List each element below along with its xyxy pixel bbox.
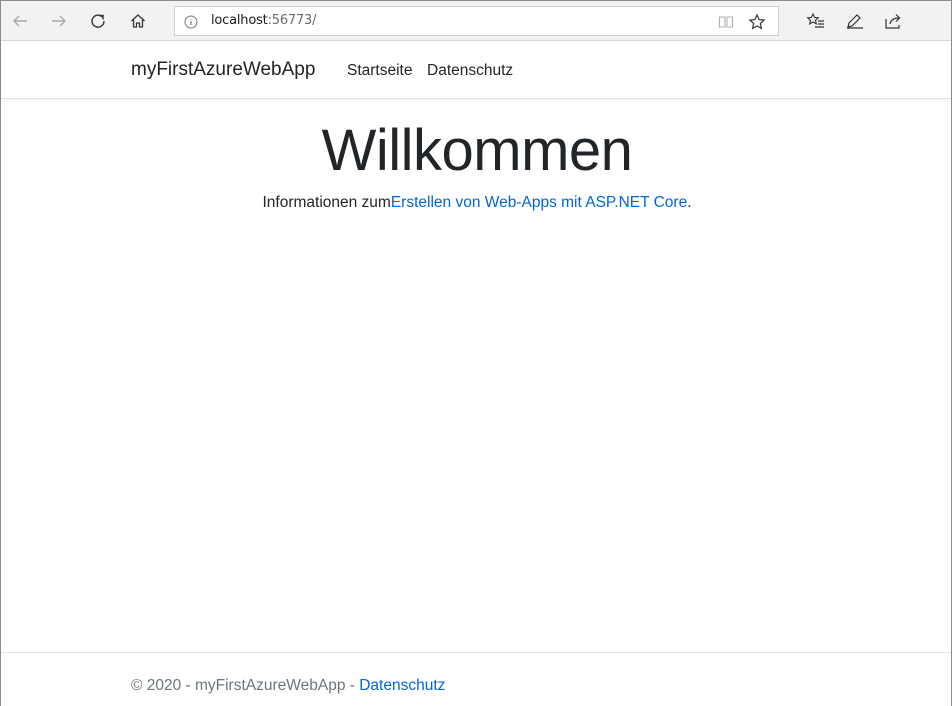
footer-copyright: © 2020 - myFirstAzureWebApp - xyxy=(131,677,360,694)
url-text[interactable]: localhost:56773/ xyxy=(211,13,316,28)
annotate-button[interactable] xyxy=(838,5,872,37)
intro-prefix: Informationen zum xyxy=(262,194,391,211)
browser-window: localhost:56773/ myFirstAzureWebApp Star… xyxy=(0,0,952,706)
favorites-hub-button[interactable] xyxy=(799,5,833,37)
site-footer: © 2020 - myFirstAzureWebApp - Datenschut… xyxy=(1,652,951,706)
page-title: Willkommen xyxy=(321,118,633,183)
refresh-icon xyxy=(91,14,105,28)
share-button[interactable] xyxy=(877,5,911,37)
intro-suffix: . xyxy=(687,194,692,211)
home-button[interactable] xyxy=(121,5,155,37)
forward-button[interactable] xyxy=(42,5,76,37)
intro-paragraph: Informationen zumErstellen von Web-Apps … xyxy=(1,194,952,212)
footer-privacy-link[interactable]: Datenschutz xyxy=(359,677,445,694)
url-host: localhost xyxy=(211,13,268,28)
reading-view-icon[interactable] xyxy=(718,14,734,30)
nav-link-startseite[interactable]: Startseite xyxy=(347,62,412,80)
refresh-button[interactable] xyxy=(81,5,115,37)
favorites-hub-icon xyxy=(806,12,824,28)
info-icon[interactable] xyxy=(184,15,198,29)
browser-toolbar: localhost:56773/ xyxy=(1,1,951,41)
share-icon xyxy=(885,14,901,29)
aspnet-core-link[interactable]: Erstellen von Web-Apps mit ASP.NET Core xyxy=(391,194,687,211)
annotate-pen-icon xyxy=(847,14,863,29)
back-button[interactable] xyxy=(3,5,37,37)
forward-icon xyxy=(52,15,66,27)
favorite-star-icon[interactable] xyxy=(748,13,766,31)
footer-text: © 2020 - myFirstAzureWebApp - Datenschut… xyxy=(131,677,445,695)
site-navbar: myFirstAzureWebApp Startseite Datenschut… xyxy=(1,42,951,99)
nav-link-datenschutz[interactable]: Datenschutz xyxy=(427,62,513,80)
home-icon xyxy=(131,14,145,28)
address-bar[interactable]: localhost:56773/ xyxy=(174,6,779,36)
url-port-path: :56773/ xyxy=(267,13,317,28)
back-icon xyxy=(13,15,27,27)
brand-link[interactable]: myFirstAzureWebApp xyxy=(131,59,315,81)
